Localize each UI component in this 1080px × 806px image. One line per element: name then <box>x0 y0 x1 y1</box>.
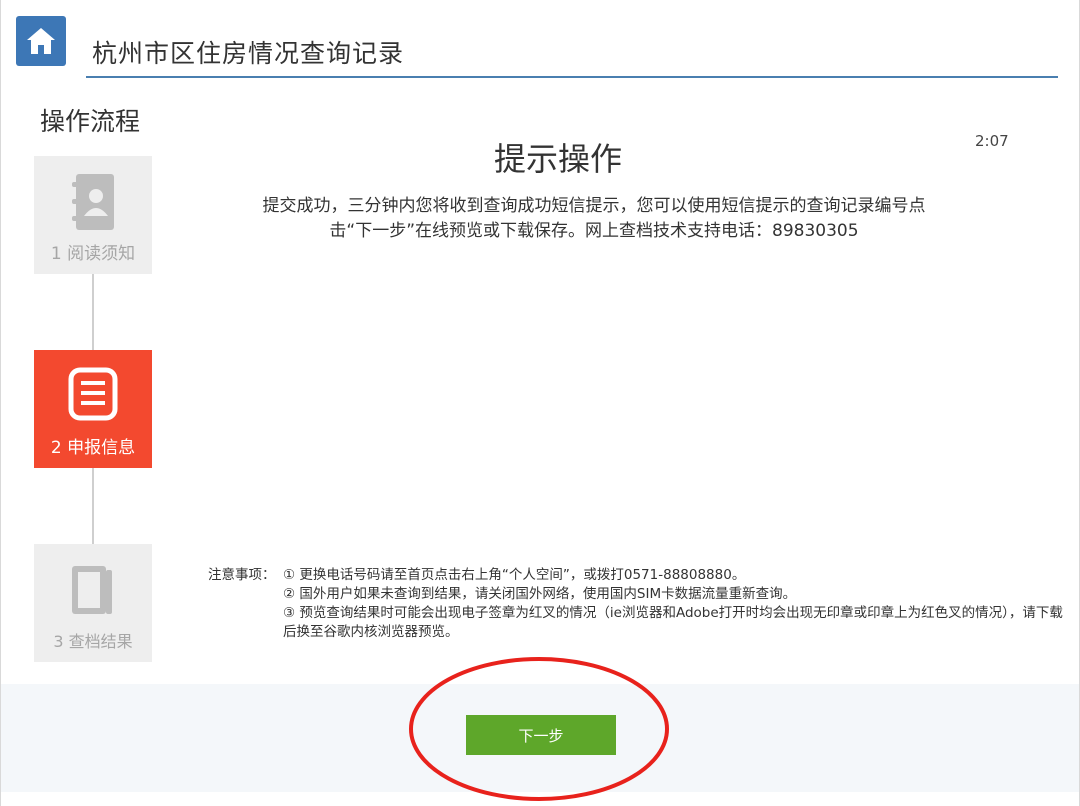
step-connector <box>92 468 94 544</box>
step-label: 2 申报信息 <box>50 438 136 458</box>
note-item: ② 国外用户如果未查询到结果，请关闭国外网络，使用国内SIM卡数据流量重新查询。 <box>283 586 797 602</box>
success-message: 提交成功，三分钟内您将收到查询成功短信提示，您可以使用短信提示的查询记录编号点 … <box>210 194 978 244</box>
book-icon <box>72 566 112 614</box>
success-message-line-2: 击“下一步”在线预览或下载保存。网上查档技术支持电话：89830305 <box>329 221 859 241</box>
notes-label: 注意事项： <box>208 567 276 583</box>
next-step-button[interactable]: 下一步 <box>466 715 616 755</box>
main-heading: 提示操作 <box>493 140 622 178</box>
step-connector <box>92 274 94 350</box>
success-message-line-1: 提交成功，三分钟内您将收到查询成功短信提示，您可以使用短信提示的查询记录编号点 <box>262 196 926 216</box>
note-item: ③ 预览查询结果时可能会出现电子签章为红叉的情况（ie浏览器和Adobe打开时均… <box>283 605 1063 640</box>
sidebar-title: 操作流程 <box>40 107 141 136</box>
note-item: ① 更换电话号码请至首页点击右上角“个人空间”，或拨打0571-88808880… <box>283 567 746 583</box>
home-icon <box>27 28 55 54</box>
page-title: 杭州市区住房情况查询记录 <box>92 39 405 68</box>
step-result[interactable]: 3 查档结果 <box>34 544 152 662</box>
form-list-icon <box>68 367 118 421</box>
step-submit-info[interactable]: 2 申报信息 <box>34 350 152 468</box>
header-divider <box>86 76 1058 78</box>
home-button[interactable] <box>16 16 66 66</box>
step-label: 1 阅读须知 <box>50 244 136 264</box>
step-label: 3 查档结果 <box>53 632 133 651</box>
